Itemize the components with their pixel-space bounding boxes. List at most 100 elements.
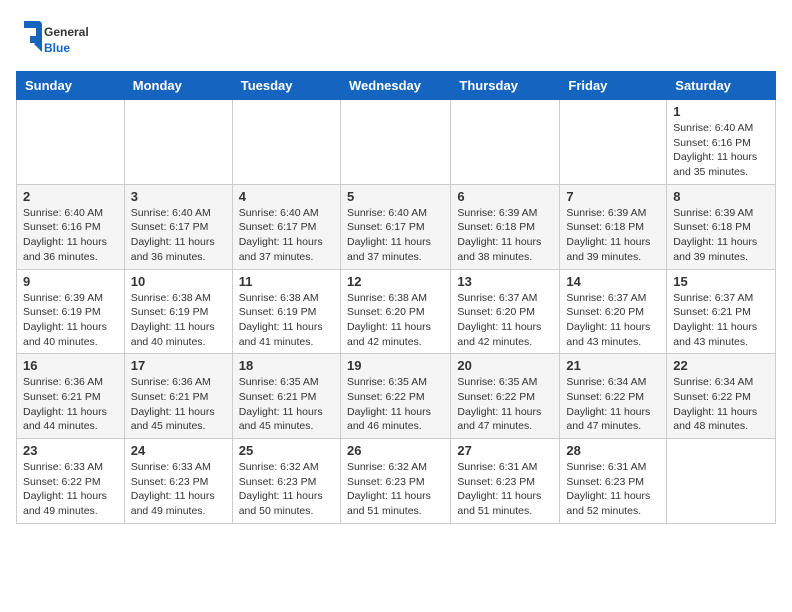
calendar-week-5: 23 Sunrise: 6:33 AM Sunset: 6:22 PM Dayli… <box>17 439 776 524</box>
day-number: 4 <box>239 189 334 204</box>
calendar-cell <box>451 100 560 185</box>
calendar-cell: 18Sunrise: 6:35 AM Sunset: 6:21 PM Dayli… <box>232 354 340 439</box>
day-info: Sunrise: 6:40 AM Sunset: 6:16 PM Dayligh… <box>673 121 769 180</box>
day-number: 22 <box>673 358 769 373</box>
day-info: Sunrise: 6:35 AM Sunset: 6:22 PM Dayligh… <box>457 375 553 434</box>
day-info: Sunrise: 6:40 AM Sunset: 6:16 PM Dayligh… <box>23 206 118 265</box>
day-number: 13 <box>457 274 553 289</box>
day-number: 25 <box>239 443 334 458</box>
day-info: Sunrise: 6:34 AM Sunset: 6:22 PM Dayligh… <box>566 375 660 434</box>
calendar-cell: 16 Sunrise: 6:36 AM Sunset: 6:21 PM Dayli… <box>17 354 125 439</box>
svg-text:General: General <box>44 25 89 39</box>
day-info: Sunrise: 6:31 AM Sunset: 6:23 PM Dayligh… <box>566 460 660 519</box>
day-info: Sunrise: 6:33 AM Sunset: 6:22 PM Dayligh… <box>23 460 118 519</box>
calendar-cell: 1Sunrise: 6:40 AM Sunset: 6:16 PM Daylig… <box>667 100 776 185</box>
calendar-cell: 24Sunrise: 6:33 AM Sunset: 6:23 PM Dayli… <box>124 439 232 524</box>
calendar-cell: 27 Sunrise: 6:31 AM Sunset: 6:23 PM Dayli… <box>451 439 560 524</box>
day-number: 21 <box>566 358 660 373</box>
day-number: 8 <box>673 189 769 204</box>
day-number: 14 <box>566 274 660 289</box>
day-number: 12 <box>347 274 444 289</box>
calendar-cell <box>124 100 232 185</box>
calendar-cell: 14 Sunrise: 6:37 AM Sunset: 6:20 PM Dayli… <box>560 269 667 354</box>
calendar-table: SundayMondayTuesdayWednesdayThursdayFrid… <box>16 71 776 524</box>
calendar-cell: 25Sunrise: 6:32 AM Sunset: 6:23 PM Dayli… <box>232 439 340 524</box>
calendar-cell <box>560 100 667 185</box>
col-header-sunday: Sunday <box>17 72 125 100</box>
day-info: Sunrise: 6:39 AM Sunset: 6:19 PM Dayligh… <box>23 291 118 350</box>
day-info: Sunrise: 6:37 AM Sunset: 6:20 PM Dayligh… <box>457 291 553 350</box>
col-header-saturday: Saturday <box>667 72 776 100</box>
day-number: 16 <box>23 358 118 373</box>
day-info: Sunrise: 6:37 AM Sunset: 6:21 PM Dayligh… <box>673 291 769 350</box>
day-info: Sunrise: 6:35 AM Sunset: 6:22 PM Dayligh… <box>347 375 444 434</box>
calendar-cell <box>667 439 776 524</box>
calendar-header-row: SundayMondayTuesdayWednesdayThursdayFrid… <box>17 72 776 100</box>
calendar-cell: 7 Sunrise: 6:39 AM Sunset: 6:18 PM Daylig… <box>560 184 667 269</box>
calendar-cell: 2 Sunrise: 6:40 AM Sunset: 6:16 PM Daylig… <box>17 184 125 269</box>
day-info: Sunrise: 6:39 AM Sunset: 6:18 PM Dayligh… <box>566 206 660 265</box>
day-number: 15 <box>673 274 769 289</box>
calendar-week-1: 1Sunrise: 6:40 AM Sunset: 6:16 PM Daylig… <box>17 100 776 185</box>
day-info: Sunrise: 6:36 AM Sunset: 6:21 PM Dayligh… <box>131 375 226 434</box>
day-info: Sunrise: 6:34 AM Sunset: 6:22 PM Dayligh… <box>673 375 769 434</box>
calendar-week-2: 2 Sunrise: 6:40 AM Sunset: 6:16 PM Daylig… <box>17 184 776 269</box>
day-number: 6 <box>457 189 553 204</box>
calendar-cell: 3 Sunrise: 6:40 AM Sunset: 6:17 PM Daylig… <box>124 184 232 269</box>
day-number: 5 <box>347 189 444 204</box>
day-number: 20 <box>457 358 553 373</box>
calendar-cell: 19 Sunrise: 6:35 AM Sunset: 6:22 PM Dayli… <box>340 354 450 439</box>
svg-text:Blue: Blue <box>44 41 70 55</box>
day-info: Sunrise: 6:32 AM Sunset: 6:23 PM Dayligh… <box>347 460 444 519</box>
col-header-thursday: Thursday <box>451 72 560 100</box>
calendar-cell: 13 Sunrise: 6:37 AM Sunset: 6:20 PM Dayli… <box>451 269 560 354</box>
calendar-cell: 23 Sunrise: 6:33 AM Sunset: 6:22 PM Dayli… <box>17 439 125 524</box>
day-info: Sunrise: 6:40 AM Sunset: 6:17 PM Dayligh… <box>131 206 226 265</box>
calendar-cell: 17 Sunrise: 6:36 AM Sunset: 6:21 PM Dayli… <box>124 354 232 439</box>
day-number: 11 <box>239 274 334 289</box>
col-header-friday: Friday <box>560 72 667 100</box>
day-info: Sunrise: 6:40 AM Sunset: 6:17 PM Dayligh… <box>347 206 444 265</box>
day-number: 23 <box>23 443 118 458</box>
header: General Blue <box>16 16 776 61</box>
calendar-cell <box>232 100 340 185</box>
day-number: 19 <box>347 358 444 373</box>
day-number: 10 <box>131 274 226 289</box>
calendar-cell: 26 Sunrise: 6:32 AM Sunset: 6:23 PM Dayli… <box>340 439 450 524</box>
day-number: 17 <box>131 358 226 373</box>
day-number: 9 <box>23 274 118 289</box>
calendar-cell: 20 Sunrise: 6:35 AM Sunset: 6:22 PM Dayli… <box>451 354 560 439</box>
day-number: 2 <box>23 189 118 204</box>
calendar-cell: 28 Sunrise: 6:31 AM Sunset: 6:23 PM Dayli… <box>560 439 667 524</box>
day-info: Sunrise: 6:38 AM Sunset: 6:20 PM Dayligh… <box>347 291 444 350</box>
calendar-cell: 4Sunrise: 6:40 AM Sunset: 6:17 PM Daylig… <box>232 184 340 269</box>
day-info: Sunrise: 6:33 AM Sunset: 6:23 PM Dayligh… <box>131 460 226 519</box>
day-number: 28 <box>566 443 660 458</box>
calendar-cell: 9 Sunrise: 6:39 AM Sunset: 6:19 PM Daylig… <box>17 269 125 354</box>
day-info: Sunrise: 6:39 AM Sunset: 6:18 PM Dayligh… <box>673 206 769 265</box>
col-header-tuesday: Tuesday <box>232 72 340 100</box>
calendar-cell <box>17 100 125 185</box>
day-info: Sunrise: 6:31 AM Sunset: 6:23 PM Dayligh… <box>457 460 553 519</box>
day-info: Sunrise: 6:37 AM Sunset: 6:20 PM Dayligh… <box>566 291 660 350</box>
day-number: 26 <box>347 443 444 458</box>
calendar-week-3: 9 Sunrise: 6:39 AM Sunset: 6:19 PM Daylig… <box>17 269 776 354</box>
day-number: 27 <box>457 443 553 458</box>
calendar-cell: 15 Sunrise: 6:37 AM Sunset: 6:21 PM Dayli… <box>667 269 776 354</box>
day-info: Sunrise: 6:38 AM Sunset: 6:19 PM Dayligh… <box>239 291 334 350</box>
calendar-cell: 12 Sunrise: 6:38 AM Sunset: 6:20 PM Dayli… <box>340 269 450 354</box>
calendar-week-4: 16 Sunrise: 6:36 AM Sunset: 6:21 PM Dayli… <box>17 354 776 439</box>
calendar-cell: 21 Sunrise: 6:34 AM Sunset: 6:22 PM Dayli… <box>560 354 667 439</box>
calendar-cell: 5 Sunrise: 6:40 AM Sunset: 6:17 PM Daylig… <box>340 184 450 269</box>
calendar-cell: 6 Sunrise: 6:39 AM Sunset: 6:18 PM Daylig… <box>451 184 560 269</box>
day-number: 7 <box>566 189 660 204</box>
calendar-cell: 8 Sunrise: 6:39 AM Sunset: 6:18 PM Daylig… <box>667 184 776 269</box>
day-info: Sunrise: 6:39 AM Sunset: 6:18 PM Dayligh… <box>457 206 553 265</box>
col-header-monday: Monday <box>124 72 232 100</box>
day-info: Sunrise: 6:36 AM Sunset: 6:21 PM Dayligh… <box>23 375 118 434</box>
calendar-cell: 10 Sunrise: 6:38 AM Sunset: 6:19 PM Dayli… <box>124 269 232 354</box>
day-number: 3 <box>131 189 226 204</box>
day-info: Sunrise: 6:38 AM Sunset: 6:19 PM Dayligh… <box>131 291 226 350</box>
day-info: Sunrise: 6:35 AM Sunset: 6:21 PM Dayligh… <box>239 375 334 434</box>
logo: General Blue <box>16 16 96 61</box>
